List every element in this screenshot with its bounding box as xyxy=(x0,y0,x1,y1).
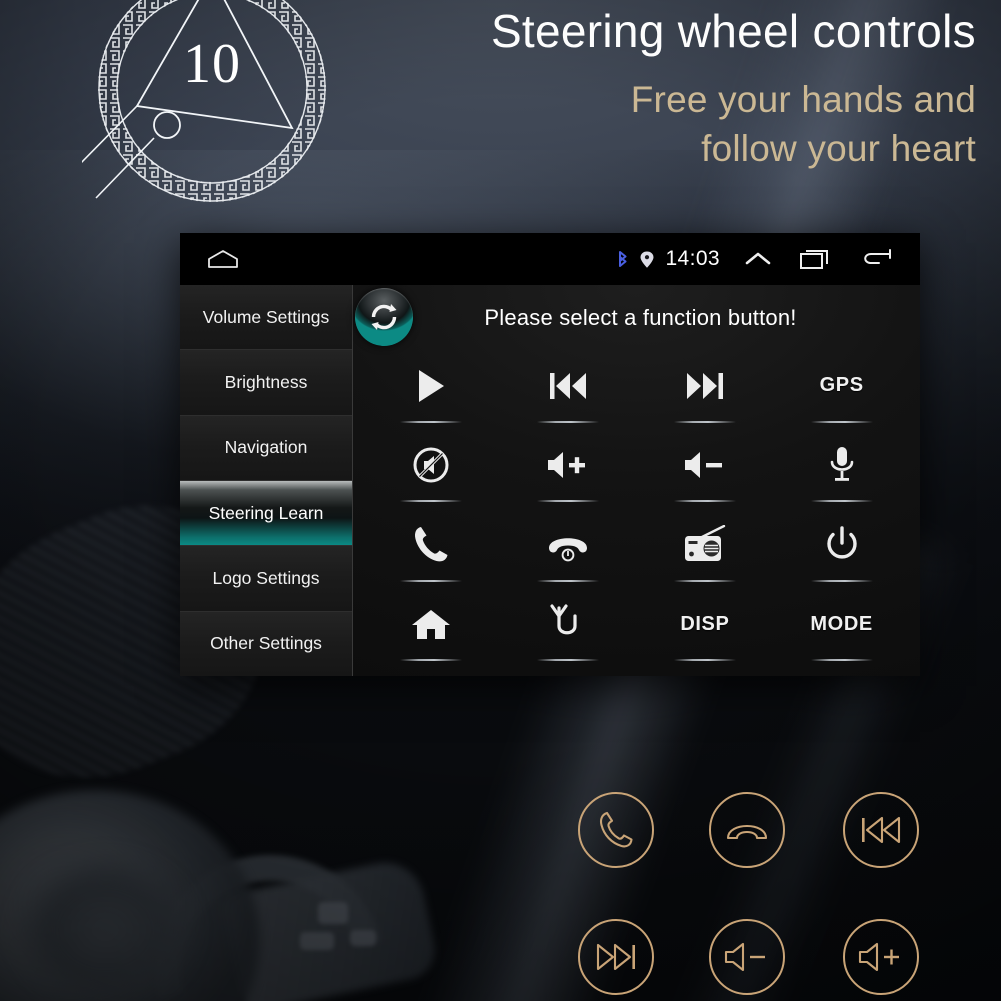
function-button-volume-down[interactable] xyxy=(637,431,774,511)
function-button-next[interactable] xyxy=(637,351,774,431)
sidebar-item-brightness[interactable]: Brightness xyxy=(180,350,352,416)
function-button-call[interactable] xyxy=(363,510,500,590)
panel-prompt: Please select a function button! xyxy=(484,305,797,330)
phone-call-icon xyxy=(412,522,450,568)
function-button-back[interactable] xyxy=(500,590,637,670)
decorative-badge: 10 xyxy=(82,0,342,218)
sidebar-item-volume-settings[interactable]: Volume Settings xyxy=(180,285,352,351)
volume-down-icon xyxy=(683,442,727,488)
back-arrow-icon[interactable] xyxy=(846,248,906,270)
hang-up-icon[interactable] xyxy=(709,792,785,868)
function-button-power[interactable] xyxy=(773,510,910,590)
sidebar-item-label: Logo Settings xyxy=(212,567,320,588)
function-button-volume-up[interactable] xyxy=(500,431,637,511)
recent-apps-icon[interactable] xyxy=(784,247,846,271)
function-button-previous[interactable] xyxy=(500,351,637,431)
mute-icon xyxy=(411,442,451,488)
function-button-label: MODE xyxy=(810,612,873,635)
function-button-hangup[interactable] xyxy=(500,510,637,590)
settings-sidebar: Volume Settings Brightness Navigation St… xyxy=(180,285,353,676)
subtitle-line-2: follow your heart xyxy=(701,128,976,170)
status-bar-clock: 14:03 xyxy=(665,247,720,270)
subtitle-line-1: Free your hands and xyxy=(630,79,976,121)
home-outline-icon[interactable] xyxy=(206,248,240,270)
function-button-play[interactable] xyxy=(363,351,500,431)
function-button-gps[interactable]: GPS xyxy=(773,351,910,431)
function-button-grid: GPS DISP MODE xyxy=(353,351,920,673)
status-bar-right-cluster: 14:03 xyxy=(609,247,920,271)
phone-hangup-icon xyxy=(545,522,591,568)
function-button-label: GPS xyxy=(819,374,864,397)
sidebar-item-label: Steering Learn xyxy=(208,502,324,523)
play-icon xyxy=(414,363,448,409)
volume-up-icon xyxy=(546,442,590,488)
sidebar-item-logo-settings[interactable]: Logo Settings xyxy=(180,546,352,612)
function-button-mute[interactable] xyxy=(363,431,500,511)
page-heading: Steering wheel controls Free your hands … xyxy=(360,4,976,174)
power-icon xyxy=(824,522,860,568)
page-title: Steering wheel controls xyxy=(490,5,976,57)
volume-down-icon[interactable] xyxy=(709,919,785,995)
home-icon xyxy=(410,601,452,647)
location-pin-icon xyxy=(635,250,659,268)
function-button-microphone[interactable] xyxy=(773,431,910,511)
panel-header: Please select a function button! xyxy=(353,285,920,351)
steering-learn-panel: Please select a function button! GPS DIS… xyxy=(353,285,920,676)
sidebar-item-label: Navigation xyxy=(224,437,308,458)
answer-call-icon[interactable] xyxy=(578,792,654,868)
next-track-icon xyxy=(684,363,726,409)
function-button-radio[interactable] xyxy=(637,510,774,590)
radio-icon xyxy=(682,522,728,568)
bluetooth-icon xyxy=(609,249,635,269)
badge-number: 10 xyxy=(183,33,241,95)
previous-track-icon xyxy=(547,363,589,409)
chevron-up-icon[interactable] xyxy=(732,249,784,269)
sidebar-item-label: Brightness xyxy=(224,371,308,392)
screen-body: Volume Settings Brightness Navigation St… xyxy=(180,285,920,676)
previous-track-icon[interactable] xyxy=(843,792,919,868)
sidebar-item-steering-learn[interactable]: Steering Learn xyxy=(180,480,352,547)
page-subtitle: Free your hands and follow your heart xyxy=(360,76,976,174)
head-unit-screen: 14:03 Volume Settings Brightness Navigat… xyxy=(180,233,920,676)
function-button-disp[interactable]: DISP xyxy=(637,590,774,670)
android-status-bar: 14:03 xyxy=(180,233,920,285)
volume-up-icon[interactable] xyxy=(843,919,919,995)
function-button-home[interactable] xyxy=(363,590,500,670)
sidebar-item-label: Volume Settings xyxy=(202,306,330,327)
sidebar-item-other-settings[interactable]: Other Settings xyxy=(180,611,352,676)
next-track-icon[interactable] xyxy=(578,919,654,995)
microphone-icon xyxy=(828,442,856,488)
function-button-label: DISP xyxy=(680,612,730,635)
sidebar-item-navigation[interactable]: Navigation xyxy=(180,415,352,481)
sidebar-item-label: Other Settings xyxy=(210,633,322,654)
back-undo-icon xyxy=(548,601,588,647)
function-button-mode[interactable]: MODE xyxy=(773,590,910,670)
sync-refresh-icon[interactable] xyxy=(355,288,413,346)
